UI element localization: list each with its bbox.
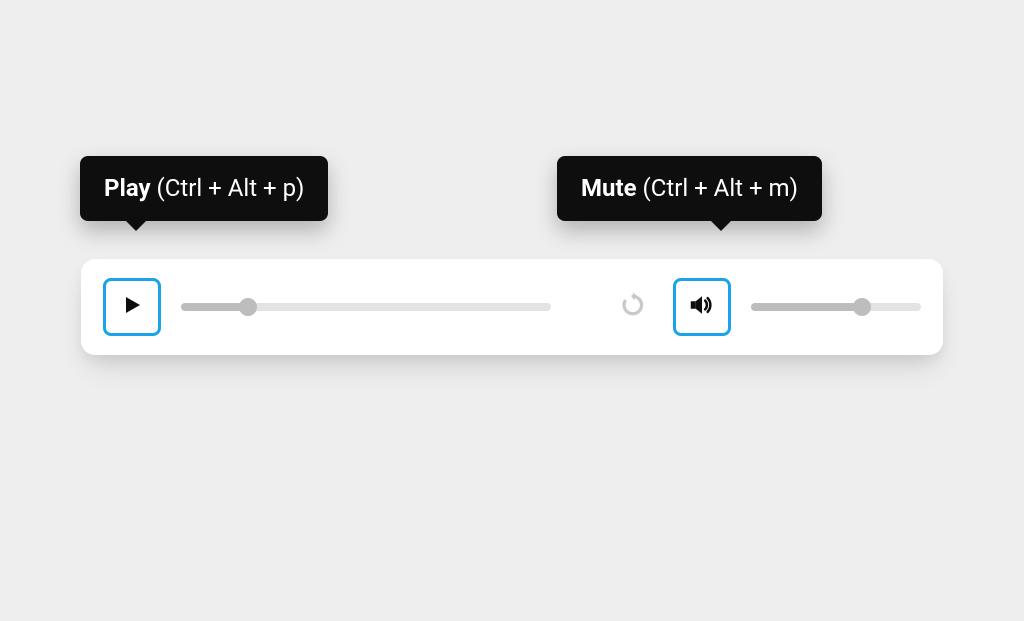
replay-button[interactable] [613, 290, 653, 324]
mute-tooltip-shortcut: (Ctrl + Alt + m) [643, 174, 798, 202]
mute-tooltip: Mute (Ctrl + Alt + m) [557, 156, 822, 221]
audio-control-bar [81, 259, 943, 355]
progress-slider[interactable] [181, 303, 551, 311]
volume-thumb[interactable] [853, 298, 871, 316]
volume-icon [687, 290, 717, 324]
play-button[interactable] [103, 278, 161, 336]
mute-tooltip-label: Mute [581, 174, 637, 202]
progress-thumb[interactable] [239, 298, 257, 316]
volume-slider[interactable] [751, 303, 921, 311]
mute-button[interactable] [673, 278, 731, 336]
play-tooltip-shortcut: (Ctrl + Alt + p) [157, 174, 305, 202]
reload-icon [618, 290, 648, 324]
play-tooltip: Play (Ctrl + Alt + p) [80, 156, 328, 221]
play-tooltip-label: Play [104, 174, 151, 202]
progress-fill [181, 303, 248, 311]
volume-fill [751, 303, 862, 311]
play-icon [120, 293, 144, 321]
